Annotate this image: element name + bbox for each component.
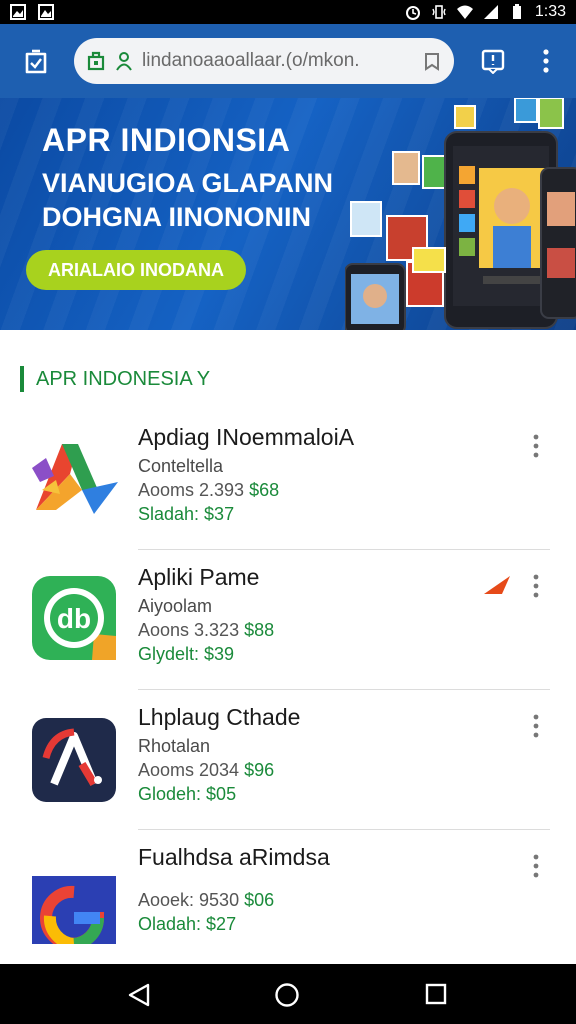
user-icon [116,52,132,71]
status-time: 1:33 [534,3,566,20]
app-name: Apdiag INoemmaloiA [138,424,355,450]
bookmark-lock-icon [87,51,105,71]
app-price: Aooms 2.393 $68 [138,480,279,501]
app-price: Aooms 2034 $96 [138,760,274,781]
green-db-icon: db [32,576,116,660]
banner-cta-button[interactable]: ARIALAIO INODANA [26,250,246,290]
app-price: Aoons 3.323 $88 [138,620,274,641]
app-subtitle: Aiyoolam [138,596,213,616]
signal-icon [483,5,498,19]
reader-mode-icon[interactable] [480,48,506,74]
more-options-icon[interactable] [528,574,544,598]
google-g-icon [32,876,116,944]
app-name: Lhplaug Cthade [138,704,301,730]
app-name: Fualhdsa aRimdsa [138,844,330,870]
address-bar[interactable]: lindanoaaoallaar.(o/mkon. [74,38,454,84]
app-sale-price: Glodeh: $05 [138,784,237,804]
app-name: Apliki Pame [138,564,260,590]
app-list-item[interactable]: Apdiag INoemmaloiA Conteltella Aooms 2.3… [0,410,576,550]
wifi-icon [456,5,473,19]
app-sale-price: Sladah: $37 [138,504,235,524]
app-price-amount: $68 [249,480,280,500]
url-text[interactable]: lindanoaaoallaar.(o/mkon. [142,50,416,72]
app-list-item[interactable]: db Apliki Pame Aiyoolam Aoons 3.323 $88 … [0,550,576,690]
recent-apps-icon[interactable] [424,982,448,1006]
promo-banner[interactable]: APR INDIONSIA VIANUGIOA GLAPANN DOHGNA I… [0,98,576,330]
status-bar: 1:33 [0,0,576,24]
overflow-menu-icon[interactable] [536,48,556,74]
vibrate-icon [432,5,446,19]
navy-a-icon [32,718,116,802]
ad-flag-icon [484,576,510,594]
more-options-icon[interactable] [528,854,544,878]
multicolor-a-icon [32,444,118,514]
app-sale-price: Oladah: $27 [138,914,237,934]
app-price-amount: $06 [244,890,275,910]
app-price: Aooek: 9530 $06 [138,890,274,911]
phones-illustration [345,98,576,330]
tab-switcher-icon[interactable] [22,48,50,76]
app-price-label: Aooms 2034 [138,760,240,780]
banner-title: APR INDIONSIA [42,122,291,158]
app-subtitle: Rhotalan [138,736,211,756]
app-subtitle: Conteltella [138,456,224,476]
browser-toolbar: lindanoaaoallaar.(o/mkon. [0,24,576,98]
system-navigation-bar [0,964,576,1024]
home-icon[interactable] [274,982,300,1008]
battery-icon [512,4,521,19]
image-notification-icon [10,4,26,20]
app-list-item[interactable]: Fualhdsa aRimdsa Aooek: 9530 $06 Oladah:… [0,830,576,970]
banner-subtitle-line-1: VIANUGIOA GLAPANN [42,168,334,198]
more-options-icon[interactable] [528,714,544,738]
app-price-label: Aooek: 9530 [138,890,240,910]
banner-subtitle-line-2: DOHGNA IINONONIN [42,202,311,232]
back-icon[interactable] [126,982,152,1008]
gallery-notification-icon [38,4,54,20]
more-options-icon[interactable] [528,434,544,458]
svg-text:db: db [57,603,91,634]
app-price-amount: $88 [244,620,275,640]
app-price-label: Aooms 2.393 [138,480,245,500]
bookmark-icon[interactable] [422,51,442,71]
alarm-icon [405,6,420,20]
app-sale-price: Glydelt: $39 [138,644,235,664]
section-title: APR INDONESIA Y [20,366,210,392]
app-list-item[interactable]: Lhplaug Cthade Rhotalan Aooms 2034 $96 G… [0,690,576,830]
app-price-amount: $96 [244,760,275,780]
app-price-label: Aoons 3.323 [138,620,240,640]
